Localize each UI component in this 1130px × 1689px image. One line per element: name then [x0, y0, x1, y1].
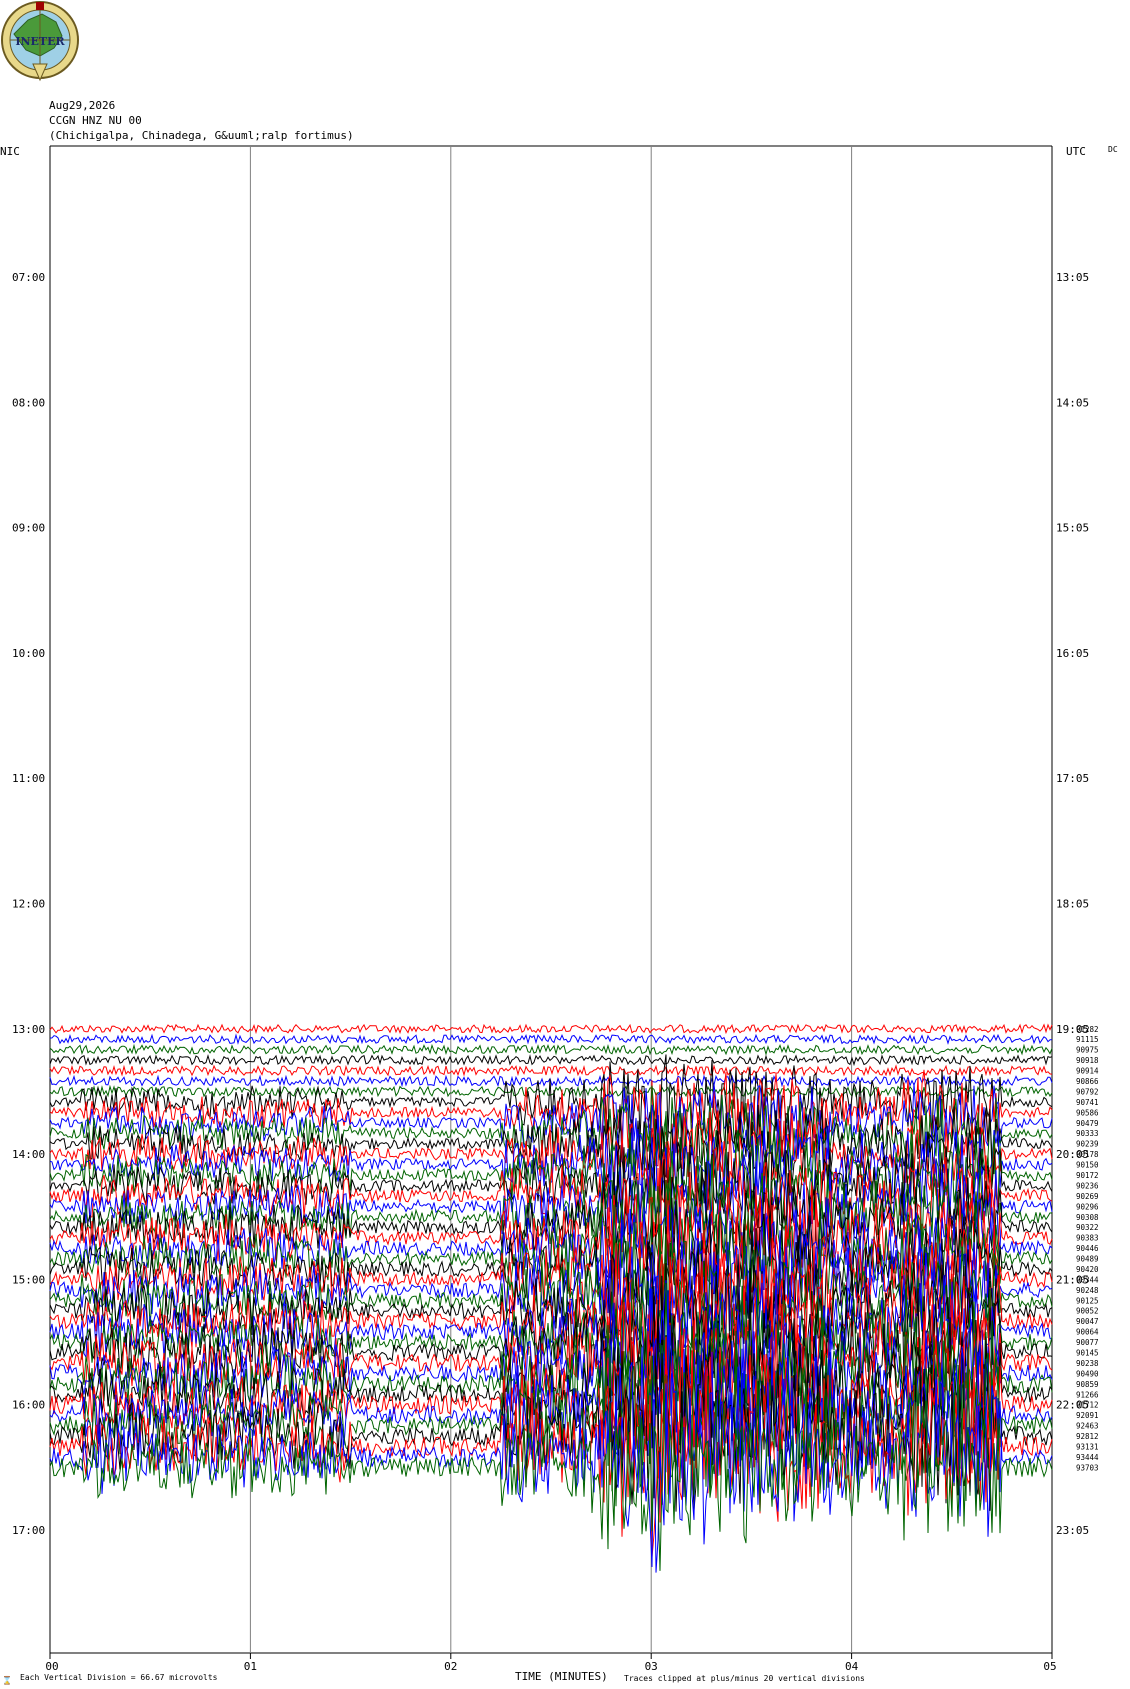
trace-value-label: 90333 — [1076, 1129, 1099, 1138]
left-hour-label: 12:00 — [12, 898, 45, 911]
x-tick-label: 00 — [45, 1660, 58, 1673]
x-tick-label: 02 — [444, 1660, 457, 1673]
trace-value-label: 90064 — [1076, 1328, 1099, 1337]
trace-value-label: 90322 — [1076, 1223, 1099, 1232]
trace-value-label: 90479 — [1076, 1119, 1099, 1128]
trace-value-label: 90918 — [1076, 1056, 1099, 1065]
trace-value-label: 90975 — [1076, 1046, 1099, 1055]
right-hour-label: 18:05 — [1056, 898, 1089, 911]
trace-value-label: 90077 — [1076, 1338, 1099, 1347]
left-hour-label: 17:00 — [12, 1524, 45, 1537]
trace-value-label: 90586 — [1076, 1108, 1099, 1117]
trace-value-label: 92463 — [1076, 1422, 1099, 1431]
right-hour-label: 14:05 — [1056, 396, 1089, 409]
x-tick-label: 04 — [845, 1660, 859, 1673]
seismic-trace — [49, 1043, 1053, 1056]
trace-value-label: 90269 — [1076, 1192, 1099, 1201]
trace-value-label: 90490 — [1076, 1369, 1099, 1378]
trace-value-label: 90150 — [1076, 1161, 1099, 1170]
trace-value-label: 91266 — [1076, 1390, 1099, 1399]
clip-note: Traces clipped at plus/minus 20 vertical… — [624, 1674, 865, 1683]
left-hour-label: 16:00 — [12, 1399, 45, 1412]
left-hour-label: 09:00 — [12, 522, 45, 535]
trace-value-label: 90236 — [1076, 1181, 1099, 1190]
trace-value-label: 90446 — [1076, 1244, 1099, 1253]
right-hour-label: 23:05 — [1056, 1524, 1089, 1537]
scale-note: Each Vertical Division = 66.67 microvolt… — [20, 1673, 218, 1682]
trace-value-label: 90383 — [1076, 1234, 1099, 1243]
trace-value-label: 92812 — [1076, 1432, 1099, 1441]
trace-value-label: 90859 — [1076, 1380, 1099, 1389]
trace-value-label: 93703 — [1076, 1463, 1099, 1472]
trace-value-label: 90344 — [1076, 1275, 1099, 1284]
trace-value-label: 90489 — [1076, 1255, 1099, 1264]
seismic-trace — [49, 1033, 1053, 1045]
trace-value-label: 90239 — [1076, 1140, 1099, 1149]
right-hour-label: 13:05 — [1056, 271, 1089, 284]
trace-value-label: 90741 — [1076, 1098, 1099, 1107]
trace-value-label: 90047 — [1076, 1317, 1099, 1326]
seismic-trace — [49, 1053, 1053, 1067]
x-tick-label: 05 — [1043, 1660, 1056, 1673]
left-hour-label: 10:00 — [12, 647, 45, 660]
left-hour-label: 07:00 — [12, 271, 45, 284]
trace-value-label: 92091 — [1076, 1411, 1099, 1420]
trace-value-label: 93131 — [1076, 1442, 1099, 1451]
seismic-trace — [49, 1064, 1053, 1077]
left-hour-label: 11:00 — [12, 772, 45, 785]
x-tick-label: 01 — [244, 1660, 257, 1673]
left-hour-label: 08:00 — [12, 396, 45, 409]
right-hour-label: 16:05 — [1056, 647, 1089, 660]
left-hour-label: 15:00 — [12, 1273, 45, 1286]
trace-value-label: 91712 — [1076, 1401, 1099, 1410]
trace-value-label: 90914 — [1076, 1067, 1099, 1076]
trace-value-label: 93444 — [1076, 1453, 1099, 1462]
trace-value-label: 91282 — [1076, 1025, 1099, 1034]
trace-value-label: 90238 — [1076, 1359, 1099, 1368]
trace-value-label: 90248 — [1076, 1286, 1099, 1295]
trace-value-label: 90178 — [1076, 1150, 1099, 1159]
helicorder-plot: 00 01 02 03 04 05 07:00 08:00 09:00 10:00 11:00 12:… — [12, 145, 1099, 1673]
trace-value-label: 90125 — [1076, 1296, 1099, 1305]
trace-value-label: 90792 — [1076, 1087, 1099, 1096]
trace-value-label: 90308 — [1076, 1213, 1099, 1222]
left-hour-label: 13:00 — [12, 1023, 45, 1036]
trace-value-label: 90052 — [1076, 1307, 1099, 1316]
trace-value-label: 90866 — [1076, 1077, 1099, 1086]
right-hour-label: 15:05 — [1056, 522, 1089, 535]
x-tick-label: 03 — [645, 1660, 658, 1673]
trace-value-label: 90145 — [1076, 1348, 1099, 1357]
trace-value-label: 90172 — [1076, 1171, 1099, 1180]
trace-value-label: 90296 — [1076, 1202, 1099, 1211]
footer-mark: ⌛ — [2, 1676, 12, 1685]
x-axis-title: TIME (MINUTES) — [515, 1670, 608, 1683]
seismic-trace — [49, 1023, 1053, 1035]
right-hour-label: 17:05 — [1056, 772, 1089, 785]
left-hour-label: 14:00 — [12, 1148, 45, 1161]
trace-value-label: 91115 — [1076, 1035, 1099, 1044]
trace-value-label: 90420 — [1076, 1265, 1099, 1274]
